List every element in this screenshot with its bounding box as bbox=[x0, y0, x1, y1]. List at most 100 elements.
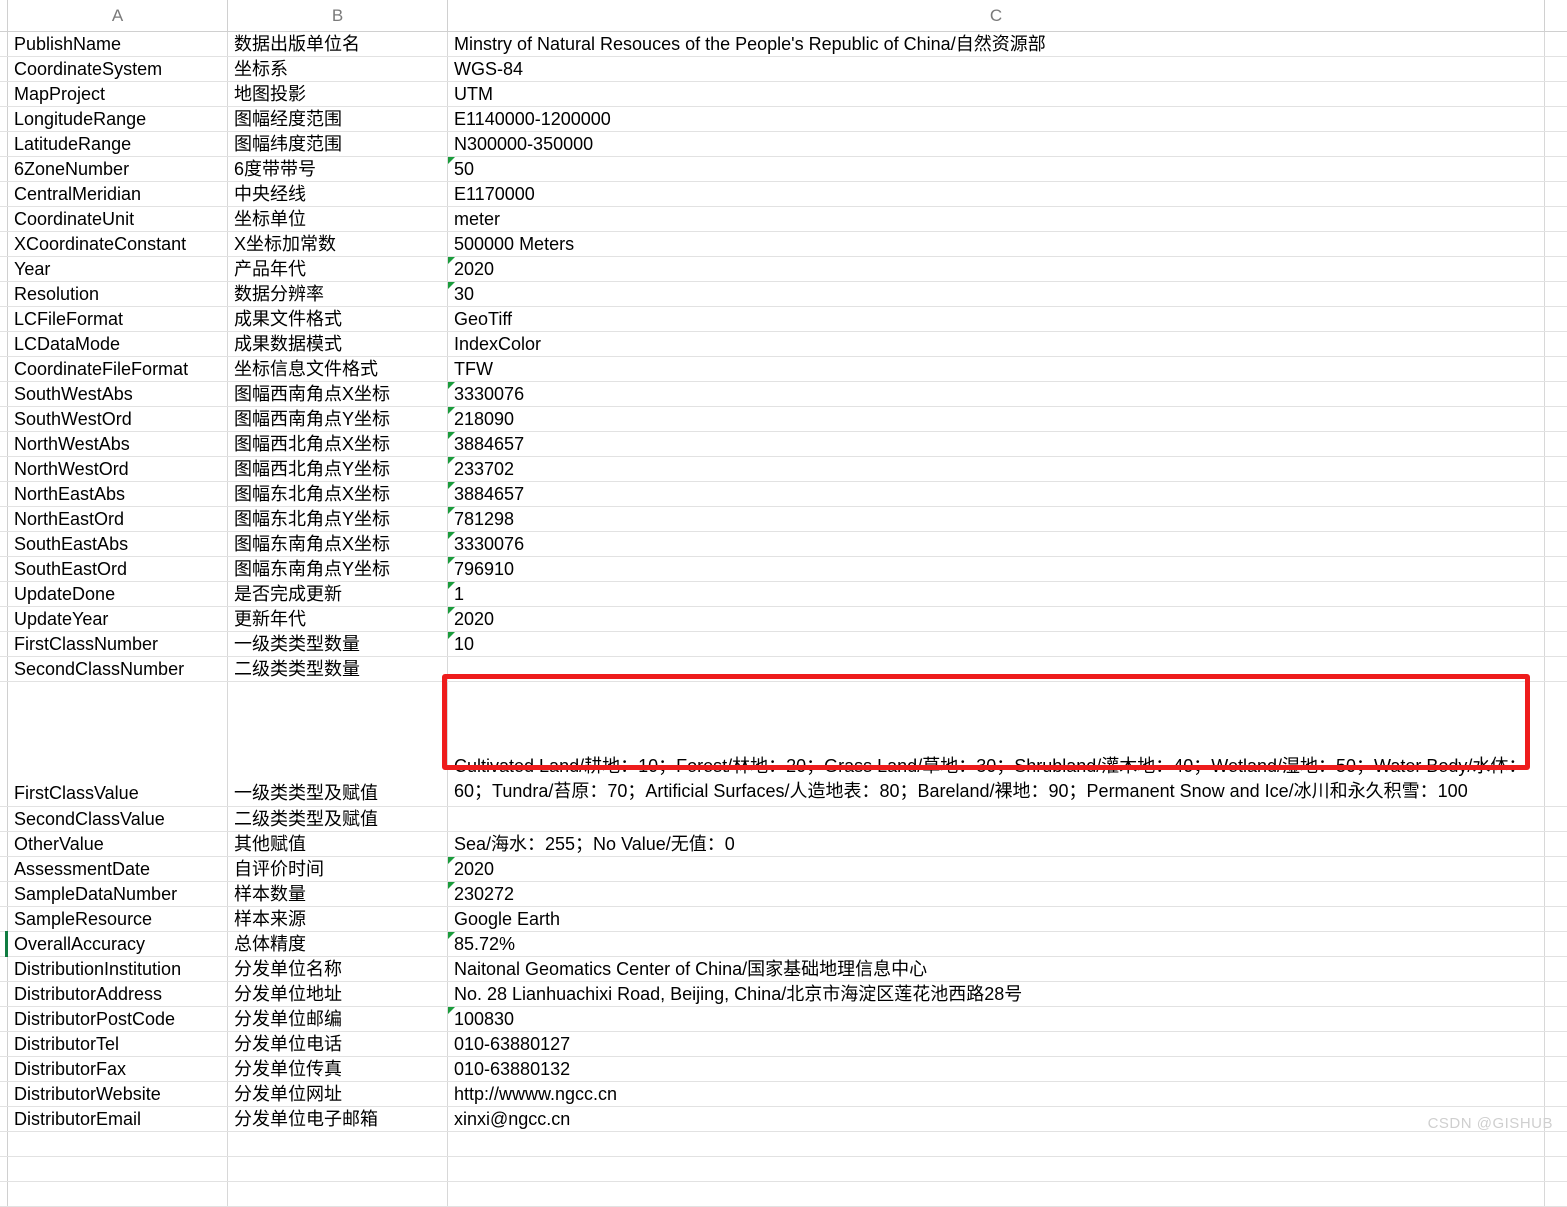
cell-field-value[interactable]: GeoTiff bbox=[448, 307, 1545, 331]
row-header-gutter[interactable] bbox=[0, 182, 8, 206]
table-row[interactable]: NorthWestOrd 图幅西北角点Y坐标 233702 bbox=[0, 457, 1567, 482]
cell-field-value[interactable] bbox=[448, 1182, 1545, 1206]
cell-field-value[interactable]: 2020 bbox=[448, 607, 1545, 631]
cell-field-name[interactable]: NorthEastOrd bbox=[8, 507, 228, 531]
row-header-gutter[interactable] bbox=[0, 1132, 8, 1156]
row-header-gutter[interactable] bbox=[0, 382, 8, 406]
cell-field-name-cn[interactable] bbox=[228, 1132, 448, 1156]
row-header-gutter[interactable] bbox=[0, 607, 8, 631]
cell-field-name-cn[interactable]: 数据出版单位名 bbox=[228, 32, 448, 56]
cell-overflow[interactable] bbox=[1545, 857, 1567, 881]
table-row[interactable]: DistributorTel 分发单位电话 010-63880127 bbox=[0, 1032, 1567, 1057]
cell-field-name-cn[interactable]: 更新年代 bbox=[228, 607, 448, 631]
cell-field-name[interactable]: SouthEastAbs bbox=[8, 532, 228, 556]
cell-field-value[interactable]: 3884657 bbox=[448, 482, 1545, 506]
cell-field-value[interactable]: 3330076 bbox=[448, 532, 1545, 556]
cell-field-name-cn[interactable]: 样本来源 bbox=[228, 907, 448, 931]
cell-field-name-cn[interactable]: 图幅西南角点X坐标 bbox=[228, 382, 448, 406]
table-row[interactable]: DistributorAddress 分发单位地址 No. 28 Lianhuach… bbox=[0, 982, 1567, 1007]
cell-field-value[interactable]: 30 bbox=[448, 282, 1545, 306]
cell-overflow[interactable] bbox=[1545, 357, 1567, 381]
cell-overflow[interactable] bbox=[1545, 82, 1567, 106]
table-row[interactable]: CoordinateUnit 坐标单位 meter bbox=[0, 207, 1567, 232]
row-header-gutter[interactable] bbox=[0, 882, 8, 906]
cell-field-name-cn[interactable]: X坐标加常数 bbox=[228, 232, 448, 256]
cell-field-value[interactable]: 85.72% bbox=[448, 932, 1545, 956]
cell-overflow[interactable] bbox=[1545, 807, 1567, 831]
cell-field-name-cn[interactable]: 6度带带号 bbox=[228, 157, 448, 181]
cell-field-name-cn[interactable]: 其他赋值 bbox=[228, 832, 448, 856]
cell-field-name[interactable]: SampleResource bbox=[8, 907, 228, 931]
cell-field-name[interactable]: SouthWestAbs bbox=[8, 382, 228, 406]
table-row[interactable]: DistributorEmail 分发单位电子邮箱 xinxi@ngcc.cn bbox=[0, 1107, 1567, 1132]
cell-overflow[interactable] bbox=[1545, 257, 1567, 281]
cell-field-name-cn[interactable]: 产品年代 bbox=[228, 257, 448, 281]
cell-field-value[interactable]: meter bbox=[448, 207, 1545, 231]
cell-field-name-cn[interactable]: 图幅经度范围 bbox=[228, 107, 448, 131]
cell-field-value[interactable]: Google Earth bbox=[448, 907, 1545, 931]
cell-field-name[interactable]: LCFileFormat bbox=[8, 307, 228, 331]
table-row[interactable]: NorthEastOrd 图幅东北角点Y坐标 781298 bbox=[0, 507, 1567, 532]
table-row[interactable]: NorthEastAbs 图幅东北角点X坐标 3884657 bbox=[0, 482, 1567, 507]
cell-field-name-cn[interactable]: 自评价时间 bbox=[228, 857, 448, 881]
cell-field-name[interactable]: SouthWestOrd bbox=[8, 407, 228, 431]
cell-field-name-cn[interactable]: 数据分辨率 bbox=[228, 282, 448, 306]
row-header-gutter[interactable] bbox=[0, 1057, 8, 1081]
row-header-gutter[interactable] bbox=[0, 132, 8, 156]
table-row[interactable] bbox=[0, 1132, 1567, 1157]
cell-overflow[interactable] bbox=[1545, 932, 1567, 956]
cell-overflow[interactable] bbox=[1545, 632, 1567, 656]
row-header-gutter[interactable] bbox=[0, 1107, 8, 1131]
row-header-gutter[interactable] bbox=[0, 207, 8, 231]
cell-overflow[interactable] bbox=[1545, 507, 1567, 531]
cell-field-name[interactable]: CentralMeridian bbox=[8, 182, 228, 206]
cell-field-value[interactable]: E1170000 bbox=[448, 182, 1545, 206]
cell-field-name[interactable]: SecondClassValue bbox=[8, 807, 228, 831]
cell-field-name[interactable]: CoordinateSystem bbox=[8, 57, 228, 81]
cell-field-name[interactable]: DistributorFax bbox=[8, 1057, 228, 1081]
cell-field-value[interactable]: No. 28 Lianhuachixi Road, Beijing, China… bbox=[448, 982, 1545, 1006]
row-header-gutter[interactable] bbox=[0, 457, 8, 481]
cell-field-name[interactable]: DistributionInstitution bbox=[8, 957, 228, 981]
cell-field-name-cn[interactable]: 分发单位传真 bbox=[228, 1057, 448, 1081]
row-header-gutter[interactable] bbox=[0, 532, 8, 556]
cell-field-value[interactable]: 1 bbox=[448, 582, 1545, 606]
cell-field-value[interactable] bbox=[448, 657, 1545, 681]
row-header-gutter[interactable] bbox=[0, 907, 8, 931]
cell-overflow[interactable] bbox=[1545, 882, 1567, 906]
cell-field-value[interactable]: TFW bbox=[448, 357, 1545, 381]
cell-field-value[interactable]: 781298 bbox=[448, 507, 1545, 531]
cell-field-name-cn[interactable]: 分发单位电子邮箱 bbox=[228, 1107, 448, 1131]
cell-field-name[interactable]: Year bbox=[8, 257, 228, 281]
cell-field-name[interactable]: SouthEastOrd bbox=[8, 557, 228, 581]
row-header-gutter[interactable] bbox=[0, 357, 8, 381]
table-row[interactable]: SampleResource 样本来源 Google Earth bbox=[0, 907, 1567, 932]
table-row[interactable]: UpdateYear 更新年代 2020 bbox=[0, 607, 1567, 632]
table-row[interactable]: LCFileFormat 成果文件格式 GeoTiff bbox=[0, 307, 1567, 332]
cell-overflow[interactable] bbox=[1545, 57, 1567, 81]
table-row[interactable]: SouthWestOrd 图幅西南角点Y坐标 218090 bbox=[0, 407, 1567, 432]
cell-field-value[interactable]: 2020 bbox=[448, 857, 1545, 881]
cell-field-value[interactable]: Cultivated Land/耕地：10；Forest/林地：20；Grass… bbox=[448, 682, 1545, 806]
table-row[interactable]: CoordinateSystem 坐标系 WGS-84 bbox=[0, 57, 1567, 82]
row-header-gutter[interactable] bbox=[0, 557, 8, 581]
column-header-c[interactable]: C bbox=[448, 0, 1545, 31]
cell-field-value[interactable]: 796910 bbox=[448, 557, 1545, 581]
cell-field-name[interactable]: SampleDataNumber bbox=[8, 882, 228, 906]
row-header-gutter[interactable] bbox=[0, 482, 8, 506]
cell-field-value[interactable]: 50 bbox=[448, 157, 1545, 181]
row-header-gutter[interactable] bbox=[0, 32, 8, 56]
table-row[interactable] bbox=[0, 1182, 1567, 1207]
cell-field-value[interactable]: 218090 bbox=[448, 407, 1545, 431]
cell-field-value[interactable]: 100830 bbox=[448, 1007, 1545, 1031]
cell-field-name[interactable]: XCoordinateConstant bbox=[8, 232, 228, 256]
table-row[interactable]: FirstClassNumber 一级类类型数量 10 bbox=[0, 632, 1567, 657]
cell-field-name-cn[interactable]: 成果文件格式 bbox=[228, 307, 448, 331]
table-row[interactable]: LatitudeRange 图幅纬度范围 N300000-350000 bbox=[0, 132, 1567, 157]
table-row[interactable]: OverallAccuracy 总体精度 85.72% bbox=[0, 931, 1567, 957]
cell-overflow[interactable] bbox=[1545, 1007, 1567, 1031]
column-header-a[interactable]: A bbox=[8, 0, 228, 31]
cell-overflow[interactable] bbox=[1545, 1032, 1567, 1056]
cell-overflow[interactable] bbox=[1545, 1057, 1567, 1081]
cell-overflow[interactable] bbox=[1545, 607, 1567, 631]
